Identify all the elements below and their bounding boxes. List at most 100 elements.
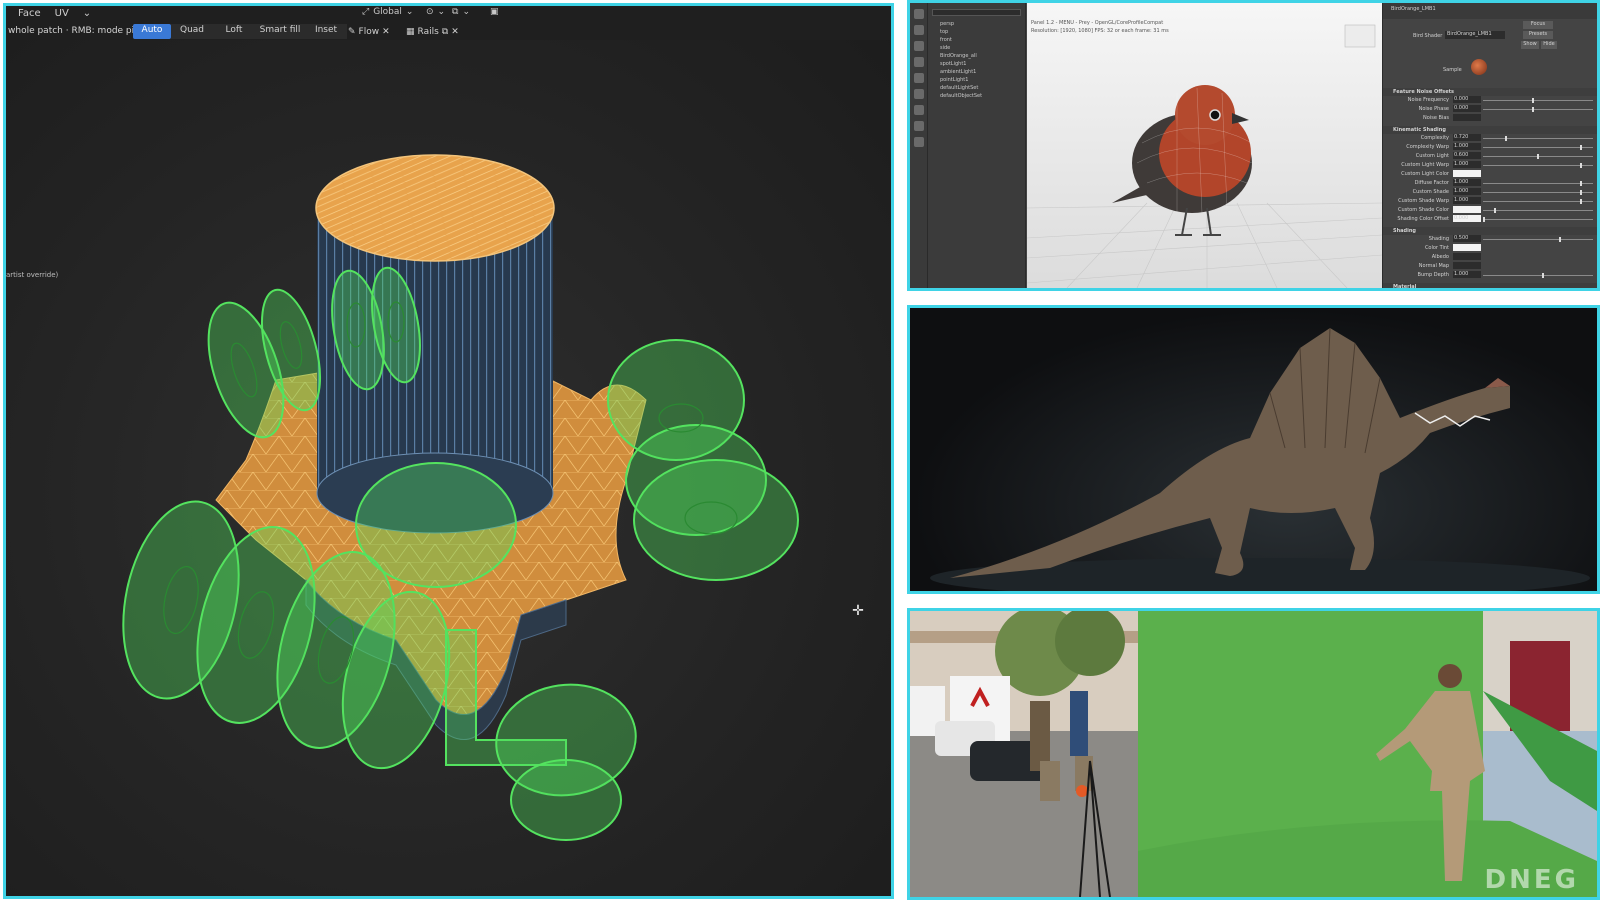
outliner-item[interactable]: ambientLight1 [928, 68, 1025, 76]
attr-slider[interactable] [1483, 201, 1593, 202]
outliner-item[interactable]: persp [928, 20, 1025, 28]
tab-quad[interactable]: Quad [171, 24, 213, 39]
attr-row: Diffuse Factor 1.000 [1383, 179, 1597, 188]
attr-tab[interactable]: BirdOrange_LMB1 [1383, 3, 1597, 19]
copy-icon[interactable]: ⧉ [442, 27, 448, 37]
attr-value-field[interactable] [1453, 206, 1481, 213]
tab-inset[interactable]: Inset [305, 24, 347, 39]
move-tool-icon[interactable] [914, 57, 924, 67]
chevron-down-icon: ⌄ [462, 7, 470, 17]
outliner-item[interactable]: front [928, 36, 1025, 44]
outliner-item[interactable]: side [928, 44, 1025, 52]
attr-section-header[interactable]: Kinematic Shading [1383, 126, 1597, 134]
attr-value-field[interactable]: 1.000 [1453, 271, 1481, 278]
attr-value-field[interactable]: 0.000 [1453, 215, 1481, 222]
attr-slider-handle[interactable] [1542, 273, 1545, 278]
attr-slider[interactable] [1483, 219, 1593, 220]
search-icon[interactable] [914, 137, 924, 147]
attr-value-field[interactable]: 0.500 [1453, 235, 1481, 242]
shader-label: Bird Shader [1413, 33, 1443, 39]
shader-field[interactable]: BirdOrange_LMB1 [1445, 31, 1505, 39]
attr-value-field[interactable]: 1.000 [1453, 188, 1481, 195]
close-icon[interactable]: ✕ [451, 27, 459, 37]
layout-icon[interactable] [914, 105, 924, 115]
attr-slider-handle[interactable] [1580, 163, 1583, 168]
attr-slider-handle[interactable] [1580, 181, 1583, 186]
proportional-toggle[interactable]: ▣ [490, 7, 499, 17]
attr-slider[interactable] [1483, 100, 1593, 101]
attr-slider[interactable] [1483, 109, 1593, 110]
transform-orientation-dropdown[interactable]: ⤢ Global ⌄ [362, 7, 413, 17]
attr-slider-handle[interactable] [1558, 237, 1561, 242]
attr-slider-handle[interactable] [1483, 217, 1485, 222]
outliner-item[interactable]: defaultObjectSet [928, 92, 1025, 100]
attr-slider[interactable] [1483, 183, 1593, 184]
snap-dropdown[interactable]: ⧉ ⌄ [452, 7, 470, 17]
attr-slider[interactable] [1483, 192, 1593, 193]
attr-section-header[interactable]: Feature Noise Offsets [1383, 88, 1597, 96]
attr-value-field[interactable] [1453, 253, 1481, 260]
paint-tool-icon[interactable] [914, 41, 924, 51]
tool-hint-text: whole patch · RMB: mode pie [8, 26, 140, 36]
layout-icon[interactable] [914, 121, 924, 131]
attr-slider-handle[interactable] [1531, 98, 1534, 103]
outliner-item[interactable]: spotLight1 [928, 60, 1025, 68]
close-icon[interactable]: ✕ [382, 27, 390, 37]
attr-value-field[interactable]: 0.720 [1453, 134, 1481, 141]
attr-section-header[interactable]: Shading [1383, 227, 1597, 235]
attr-value-field[interactable] [1453, 262, 1481, 269]
attr-slider-handle[interactable] [1580, 199, 1583, 204]
attr-value-field[interactable]: 1.000 [1453, 161, 1481, 168]
tab-smart-fill[interactable]: Smart fill [255, 24, 305, 39]
presets-button[interactable]: Presets [1523, 31, 1553, 39]
outliner-item[interactable]: top [928, 28, 1025, 36]
attr-slider-handle[interactable] [1531, 107, 1534, 112]
flow-button[interactable]: ✎ Flow ✕ [348, 24, 390, 39]
lasso-tool-icon[interactable] [914, 25, 924, 35]
attr-slider[interactable] [1483, 147, 1593, 148]
attr-slider[interactable] [1483, 210, 1593, 211]
hide-button[interactable]: Hide [1541, 41, 1557, 49]
attr-value-field[interactable]: 0.000 [1453, 105, 1481, 112]
attr-value-field[interactable]: 1.000 [1453, 197, 1481, 204]
attr-slider[interactable] [1483, 275, 1593, 276]
dinosaur-shape [950, 328, 1510, 578]
pivot-dropdown[interactable]: ⊙ ⌄ [426, 7, 445, 17]
attr-value-field[interactable]: 0.000 [1453, 96, 1481, 103]
attr-value-field[interactable]: 0.600 [1453, 152, 1481, 159]
scale-tool-icon[interactable] [914, 89, 924, 99]
outliner-item[interactable]: pointLight1 [928, 76, 1025, 84]
attr-slider-handle[interactable] [1580, 145, 1583, 150]
select-tool-icon[interactable] [914, 9, 924, 19]
show-button[interactable]: Show [1521, 41, 1539, 49]
attr-section-header[interactable]: Material [1383, 283, 1597, 288]
attr-slider[interactable] [1483, 165, 1593, 166]
sample-label: Sample [1443, 67, 1462, 73]
attr-slider-handle[interactable] [1493, 208, 1496, 213]
tab-auto[interactable]: Auto [133, 24, 171, 39]
attr-value-field[interactable]: 1.000 [1453, 179, 1481, 186]
attr-value-field[interactable] [1453, 170, 1481, 177]
attr-slider-handle[interactable] [1504, 136, 1507, 141]
attr-label: Shading [1428, 236, 1449, 242]
attr-value-field[interactable] [1453, 244, 1481, 251]
maya-viewport[interactable]: Panel 1.2 - MENU - Prey - OpenGL/CorePro… [1027, 3, 1382, 288]
menu-face[interactable]: Face [18, 6, 41, 22]
outliner-item[interactable]: BirdOrange_all [928, 52, 1025, 60]
attr-value-field[interactable]: 1.000 [1453, 143, 1481, 150]
attr-slider[interactable] [1483, 239, 1593, 240]
menu-dropdown[interactable]: ⌄ [83, 6, 91, 22]
outliner-item[interactable]: defaultLightSet [928, 84, 1025, 92]
menu-uv[interactable]: UV [55, 6, 69, 22]
grid-icon: ▦ [406, 26, 415, 37]
attr-slider-handle[interactable] [1537, 154, 1539, 159]
focus-button[interactable]: Focus [1523, 21, 1553, 29]
green-screen-set-panel: DNEG [907, 608, 1600, 900]
attr-slider[interactable] [1483, 138, 1593, 139]
attr-slider-handle[interactable] [1580, 190, 1583, 195]
tab-loft[interactable]: Loft [213, 24, 255, 39]
rotate-tool-icon[interactable] [914, 73, 924, 83]
attr-value-field[interactable] [1453, 114, 1481, 121]
rails-button[interactable]: ▦ Rails ⧉ ✕ [406, 24, 459, 39]
outliner-search-input[interactable] [932, 9, 1021, 16]
